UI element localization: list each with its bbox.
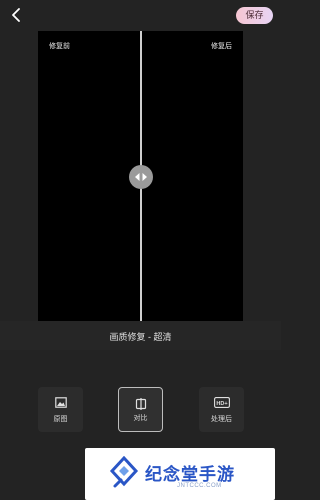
site-watermark: 纪念堂手游 JNTCCC.COM [85, 448, 275, 500]
original-label: 原图 [53, 416, 68, 423]
compare-label: 对比 [133, 415, 148, 422]
compare-icon [135, 398, 146, 410]
hd-badge-text: HD+ [216, 401, 227, 407]
processed-button[interactable]: HD+ 处理后 [199, 387, 244, 432]
back-button[interactable] [8, 6, 24, 24]
watermark-subtitle: JNTCCC.COM [177, 483, 222, 489]
left-right-arrows-icon [135, 173, 147, 181]
comparison-canvas[interactable]: 修复前 修复后 [38, 31, 243, 321]
watermark-title: 纪念堂手游 [145, 465, 235, 484]
view-toolbar: 原图 对比 HD+ 处理后 [0, 387, 281, 433]
watermark-logo-icon [109, 456, 139, 488]
chevron-left-icon [12, 8, 20, 22]
top-bar: 保存 [0, 0, 281, 32]
split-handle[interactable] [129, 165, 153, 189]
mode-caption: 画质修复 - 超清 [109, 332, 172, 342]
hd-icon: HD+ [213, 397, 230, 408]
after-label: 修复后 [211, 43, 232, 50]
processed-label: 处理后 [211, 416, 232, 423]
compare-button[interactable]: 对比 [118, 387, 163, 432]
image-icon [54, 397, 67, 408]
before-label: 修复前 [49, 43, 70, 50]
save-button[interactable]: 保存 [236, 7, 273, 24]
original-button[interactable]: 原图 [38, 387, 83, 432]
